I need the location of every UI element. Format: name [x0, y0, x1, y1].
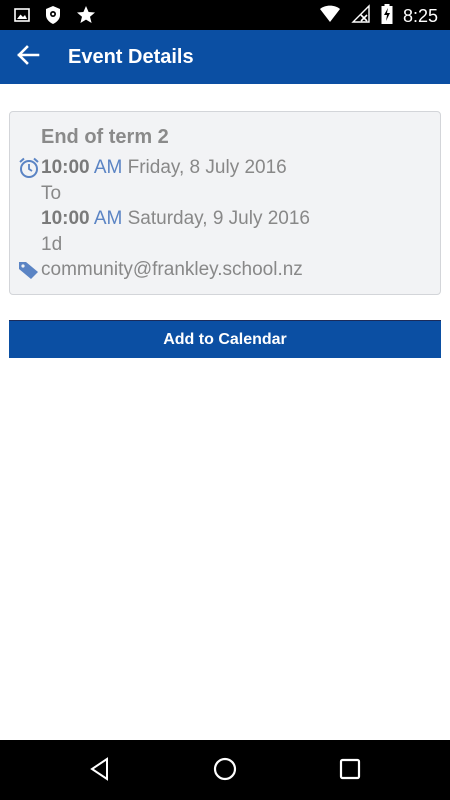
nav-recents-button[interactable] — [335, 756, 365, 786]
duration: 1d — [41, 234, 63, 255]
nav-back-button[interactable] — [85, 756, 115, 786]
status-left-icons — [14, 5, 96, 30]
status-time: 8:25 — [402, 6, 438, 26]
page-title: Event Details — [68, 45, 194, 68]
alarm-clock-icon — [18, 157, 40, 184]
no-signal-icon — [351, 4, 371, 29]
star-icon — [76, 5, 96, 30]
start-ampm: AM — [93, 157, 123, 178]
add-to-calendar-button[interactable]: Add to Calendar — [9, 320, 441, 358]
start-time: 10:00 — [41, 157, 90, 178]
nav-bar — [0, 740, 450, 800]
event-email[interactable]: community@frankley.school.nz — [41, 259, 303, 281]
back-button[interactable] — [0, 30, 56, 84]
battery-charging-icon — [381, 4, 393, 29]
app-bar: Event Details — [0, 30, 450, 84]
status-bar: 8:25 — [0, 0, 450, 30]
start-datetime: 10:00 AM Friday, 8 July 2016 — [41, 157, 287, 179]
tag-icon — [18, 260, 40, 285]
arrow-back-icon — [16, 44, 40, 70]
event-title: End of term 2 — [41, 126, 169, 148]
end-date: Saturday, 9 July 2016 — [127, 208, 310, 229]
shield-icon — [44, 5, 62, 30]
recents-square-icon — [339, 758, 361, 785]
end-time: 10:00 — [41, 208, 90, 229]
home-circle-icon — [212, 756, 238, 787]
event-card: End of term 2 10:00 AM Friday, 8 July 20… — [9, 111, 441, 295]
nav-home-button[interactable] — [210, 756, 240, 786]
to-label: To — [41, 183, 62, 204]
back-triangle-icon — [89, 756, 111, 786]
status-right-icons: 8:25 — [319, 4, 438, 29]
start-date: Friday, 8 July 2016 — [127, 157, 287, 178]
image-icon — [14, 7, 30, 28]
wifi-icon — [319, 5, 341, 28]
end-datetime: 10:00 AM Saturday, 9 July 2016 — [41, 208, 310, 230]
end-ampm: AM — [93, 208, 123, 229]
